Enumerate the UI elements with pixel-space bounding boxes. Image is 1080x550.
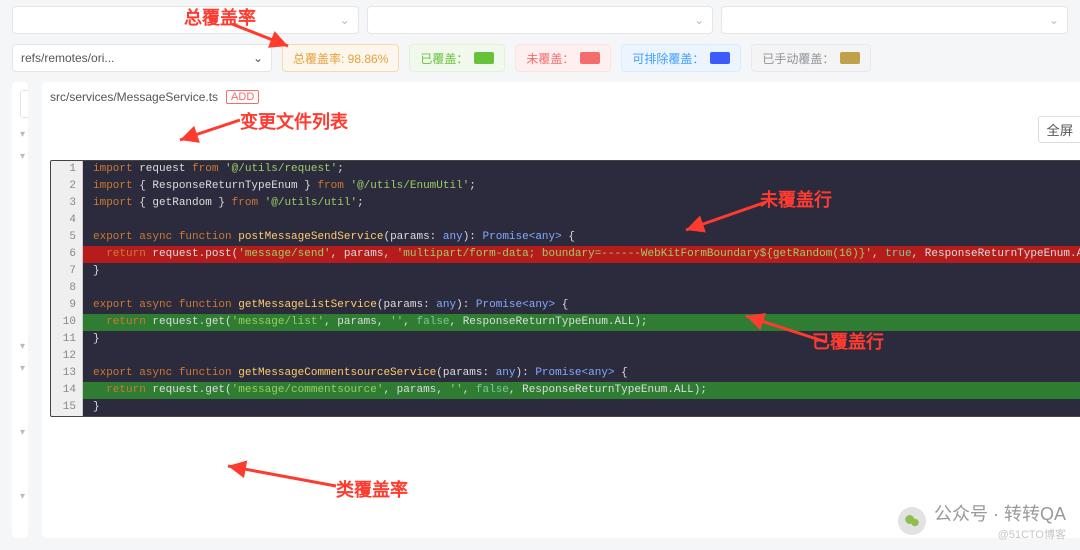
chevron-down-icon: ⌄: [340, 13, 350, 27]
code-editor[interactable]: 1import request from '@/utils/request';2…: [50, 160, 1080, 417]
code-line: 7}: [51, 263, 1080, 280]
top-select-3[interactable]: ⌄: [721, 6, 1068, 34]
watermark: 公众号 · 转转QA @51CTO博客: [898, 500, 1066, 542]
code-line: 9export async function getMessageListSer…: [51, 297, 1080, 314]
total-coverage-chip: 总覆盖率: 98.86%: [282, 44, 399, 72]
chevron-down-icon: ⌄: [1049, 13, 1059, 27]
code-line: 10 return request.get('message/list', pa…: [51, 314, 1080, 331]
code-line: 13export async function getMessageCommen…: [51, 365, 1080, 382]
chevron-down-icon: ⌄: [253, 51, 263, 65]
uncovered-chip: 未覆盖：: [515, 44, 611, 72]
top-filter-row: ⌄ ⌄ ⌄: [0, 0, 1080, 40]
code-line: 14 return request.get('message/commentso…: [51, 382, 1080, 399]
covered-chip: 已覆盖：: [409, 44, 505, 72]
excludable-chip: 可排除覆盖：: [621, 44, 741, 72]
code-line: 11}: [51, 331, 1080, 348]
code-line: 8: [51, 280, 1080, 297]
tree-filter-input[interactable]: [20, 90, 28, 118]
code-line: 12: [51, 348, 1080, 365]
code-line: 2import { ResponseReturnTypeEnum } from …: [51, 178, 1080, 195]
wechat-icon: [898, 507, 926, 535]
top-select-1[interactable]: ⌄: [12, 6, 359, 34]
legend-row: refs/remotes/ori... ⌄ 总覆盖率: 98.86% 已覆盖： …: [0, 40, 1080, 82]
chevron-down-icon: ⌄: [694, 13, 704, 27]
code-line: 3import { getRandom } from '@/utils/util…: [51, 195, 1080, 212]
code-line: 15}: [51, 399, 1080, 416]
code-line: 1import request from '@/utils/request';: [51, 161, 1080, 178]
add-badge: ADD: [226, 90, 259, 104]
branch-value: refs/remotes/ori...: [21, 51, 114, 65]
top-select-2[interactable]: ⌄: [367, 6, 714, 34]
fullscreen-button[interactable]: 全屏: [1038, 116, 1080, 143]
code-line: 6 return request.post('message/send', pa…: [51, 246, 1080, 263]
code-panel: src/services/MessageService.ts ADD 全屏 1i…: [42, 82, 1080, 538]
code-line: 4: [51, 212, 1080, 229]
code-line: 5export async function postMessageSendSe…: [51, 229, 1080, 246]
file-tree-panel: ▾src▾modelsuseAdpayment.js [100.00%]useB…: [12, 82, 28, 538]
code-path: src/services/MessageService.ts: [50, 90, 218, 104]
manual-chip: 已手动覆盖：: [751, 44, 871, 72]
branch-select[interactable]: refs/remotes/ori... ⌄: [12, 44, 272, 72]
